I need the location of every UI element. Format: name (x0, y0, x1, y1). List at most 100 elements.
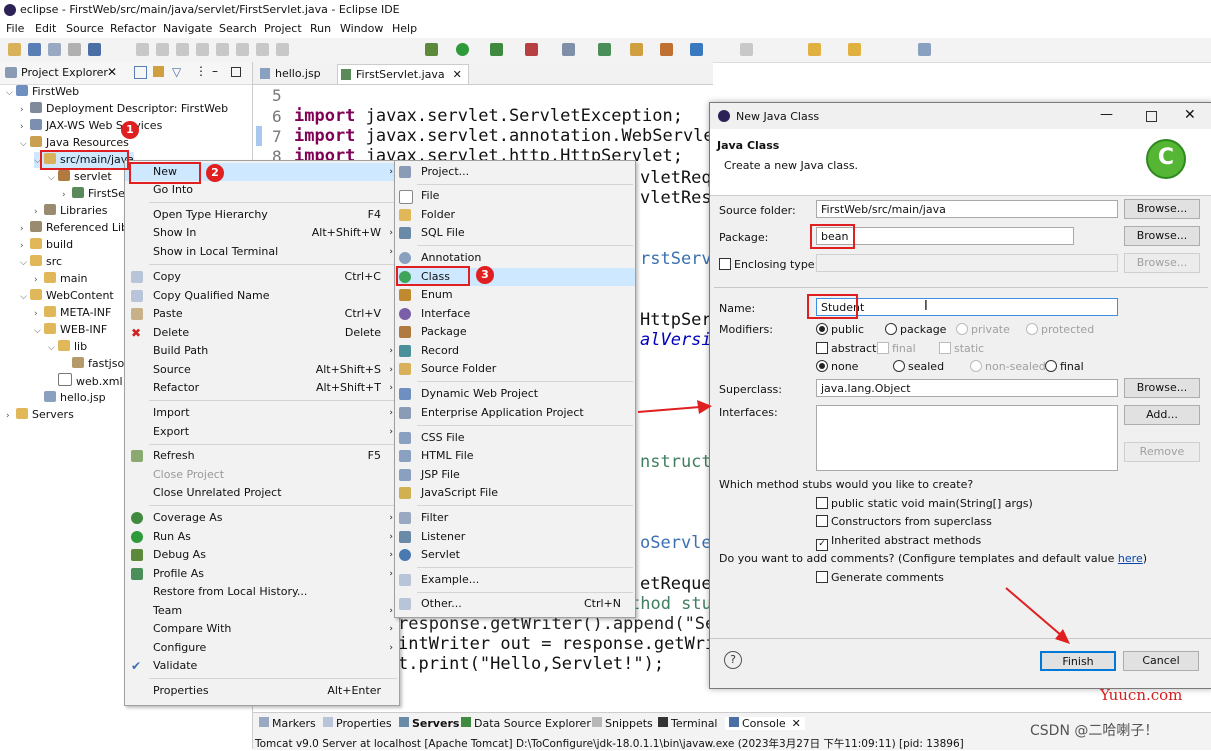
suspend-icon[interactable] (176, 43, 189, 56)
perspective-icon[interactable] (918, 43, 931, 56)
package-input[interactable]: bean (816, 227, 1074, 245)
search-icon[interactable] (660, 43, 673, 56)
submenu-item-enum[interactable]: Enum (395, 286, 635, 304)
menu-project[interactable]: Project (264, 22, 302, 35)
submenu-item-project[interactable]: Project... (395, 163, 635, 181)
tree-item-firstweb[interactable]: ⌵ FirstWeb (6, 84, 79, 100)
tree-item-web-inf[interactable]: ⌵ WEB-INF (34, 322, 107, 338)
tree-item-main[interactable]: › main (34, 271, 87, 287)
menu-item-show-in-local-terminal[interactable]: Show in Local Terminal › (125, 243, 399, 261)
submenu-item-source-folder[interactable]: Source Folder (395, 360, 635, 378)
submenu-item-folder[interactable]: Folder (395, 206, 635, 224)
menu-window[interactable]: Window (340, 22, 383, 35)
submenu-item-html-file[interactable]: HTML File (395, 447, 635, 465)
submenu-item-sql-file[interactable]: SQL File (395, 224, 635, 242)
menu-item-profile-as[interactable]: Profile As › (125, 565, 399, 583)
tree-item-web-xml[interactable]: web.xml (58, 373, 123, 389)
interfaces-add-button[interactable]: Add... (1124, 405, 1200, 425)
menu-item-team[interactable]: Team › (125, 602, 399, 620)
collapse-all-icon[interactable] (134, 66, 147, 79)
menu-item-compare-with[interactable]: Compare With › (125, 620, 399, 638)
resume-icon[interactable] (156, 43, 169, 56)
link-editor-icon[interactable] (153, 66, 164, 77)
back-icon[interactable] (808, 43, 821, 56)
modifier-none-radio[interactable]: none (816, 360, 858, 373)
menu-item-build-path[interactable]: Build Path › (125, 342, 399, 360)
close-icon[interactable]: ✕ (107, 65, 117, 79)
superclass-input[interactable]: java.lang.Object (816, 379, 1118, 397)
maximize-icon[interactable] (1146, 111, 1157, 122)
menu-edit[interactable]: Edit (35, 22, 56, 35)
enclosing-type-checkbox[interactable]: Enclosing type: (719, 258, 818, 271)
menu-item-export[interactable]: Export › (125, 423, 399, 441)
submenu-item-example[interactable]: Example... (395, 571, 635, 589)
tab-markers[interactable]: Markers (259, 717, 316, 730)
modifier-package-radio[interactable]: package (885, 323, 946, 336)
submenu-item-class[interactable]: Class (395, 268, 635, 286)
terminate-icon[interactable] (196, 43, 209, 56)
menu-item-copy-qualified-name[interactable]: Copy Qualified Name (125, 287, 399, 305)
menu-item-validate[interactable]: ✔ Validate (125, 657, 399, 675)
tab-servers[interactable]: Servers (399, 717, 459, 730)
tab-firstservlet-java[interactable]: FirstServlet.java ✕ (337, 64, 469, 84)
tree-item-fastjson[interactable]: fastjson (72, 356, 131, 372)
stub-constructors-checkbox[interactable]: Constructors from superclass (816, 515, 992, 528)
project-explorer-title[interactable]: Project Explorer (21, 66, 108, 79)
menu-refactor[interactable]: Refactor (110, 22, 156, 35)
tree-item-webcontent[interactable]: ⌵ WebContent (20, 288, 114, 304)
menu-item-new[interactable]: New › (125, 163, 399, 181)
tree-item-build[interactable]: › build (20, 237, 73, 253)
close-icon[interactable]: ✕ (1184, 107, 1196, 123)
submenu-item-annotation[interactable]: Annotation (395, 249, 635, 267)
menu-item-source[interactable]: Source Alt+Shift+S › (125, 361, 399, 379)
tab-console[interactable]: Console ✕ (725, 717, 805, 730)
menu-item-show-in[interactable]: Show In Alt+Shift+W › (125, 224, 399, 242)
menu-item-coverage-as[interactable]: Coverage As › (125, 509, 399, 527)
debug-icon[interactable] (425, 43, 438, 56)
next-annotation-icon[interactable] (740, 43, 753, 56)
close-icon[interactable]: ✕ (453, 68, 462, 81)
new-java-class-icon[interactable] (598, 43, 611, 56)
tree-item-deployment-descriptor[interactable]: › Deployment Descriptor: FirstWeb (20, 101, 228, 117)
help-icon[interactable]: ? (724, 651, 742, 669)
view-menu-icon[interactable]: ⋮ (195, 64, 207, 78)
menu-help[interactable]: Help (392, 22, 417, 35)
tab-data-source-explorer[interactable]: Data Source Explorer (461, 717, 591, 730)
external-tools-icon[interactable] (525, 43, 538, 56)
cancel-button[interactable]: Cancel (1123, 651, 1199, 671)
menu-item-refactor[interactable]: Refactor Alt+Shift+T › (125, 379, 399, 397)
interfaces-list[interactable] (816, 405, 1118, 471)
submenu-item-jsp-file[interactable]: JSP File (395, 466, 635, 484)
filter-icon[interactable]: ▽ (172, 65, 181, 79)
stub-inherited-checkbox[interactable]: ✓ Inherited abstract methods (816, 534, 981, 551)
forward-icon[interactable] (848, 43, 861, 56)
tab-hello-jsp[interactable]: hello.jsp (257, 64, 327, 83)
step-over-icon[interactable] (256, 43, 269, 56)
minimize-icon[interactable]: – (212, 64, 218, 78)
tab-properties[interactable]: Properties (323, 717, 392, 730)
run-icon[interactable] (456, 43, 469, 56)
tree-item-servlet[interactable]: ⌵ servlet (48, 169, 112, 185)
menu-item-paste[interactable]: Paste Ctrl+V (125, 305, 399, 323)
tree-item-hello-jsp[interactable]: hello.jsp (44, 390, 106, 406)
coverage-icon[interactable] (490, 43, 503, 56)
menu-item-run-as[interactable]: Run As › (125, 528, 399, 546)
modifier-sealed-radio[interactable]: sealed (893, 360, 944, 373)
source-folder-browse-button[interactable]: Browse... (1124, 199, 1200, 219)
finish-button[interactable]: Finish (1040, 651, 1116, 671)
submenu-item-record[interactable]: Record (395, 342, 635, 360)
tab-snippets[interactable]: Snippets (592, 717, 653, 730)
submenu-item-dynamic-web-project[interactable]: Dynamic Web Project (395, 385, 635, 403)
menu-search[interactable]: Search (219, 22, 257, 35)
name-input[interactable]: Student (816, 298, 1118, 316)
print-icon[interactable] (68, 43, 81, 56)
superclass-browse-button[interactable]: Browse... (1124, 378, 1200, 398)
menu-source[interactable]: Source (66, 22, 104, 35)
tree-item-libraries[interactable]: › Libraries (34, 203, 108, 219)
submenu-item-javascript-file[interactable]: JavaScript File (395, 484, 635, 502)
terminal-icon[interactable] (88, 43, 101, 56)
submenu-item-file[interactable]: File (395, 187, 635, 205)
tree-item-src-main-java[interactable]: ⌵ src/main/java (34, 152, 135, 168)
submenu-item-css-file[interactable]: CSS File (395, 429, 635, 447)
tree-item-src[interactable]: ⌵ src (20, 254, 62, 270)
